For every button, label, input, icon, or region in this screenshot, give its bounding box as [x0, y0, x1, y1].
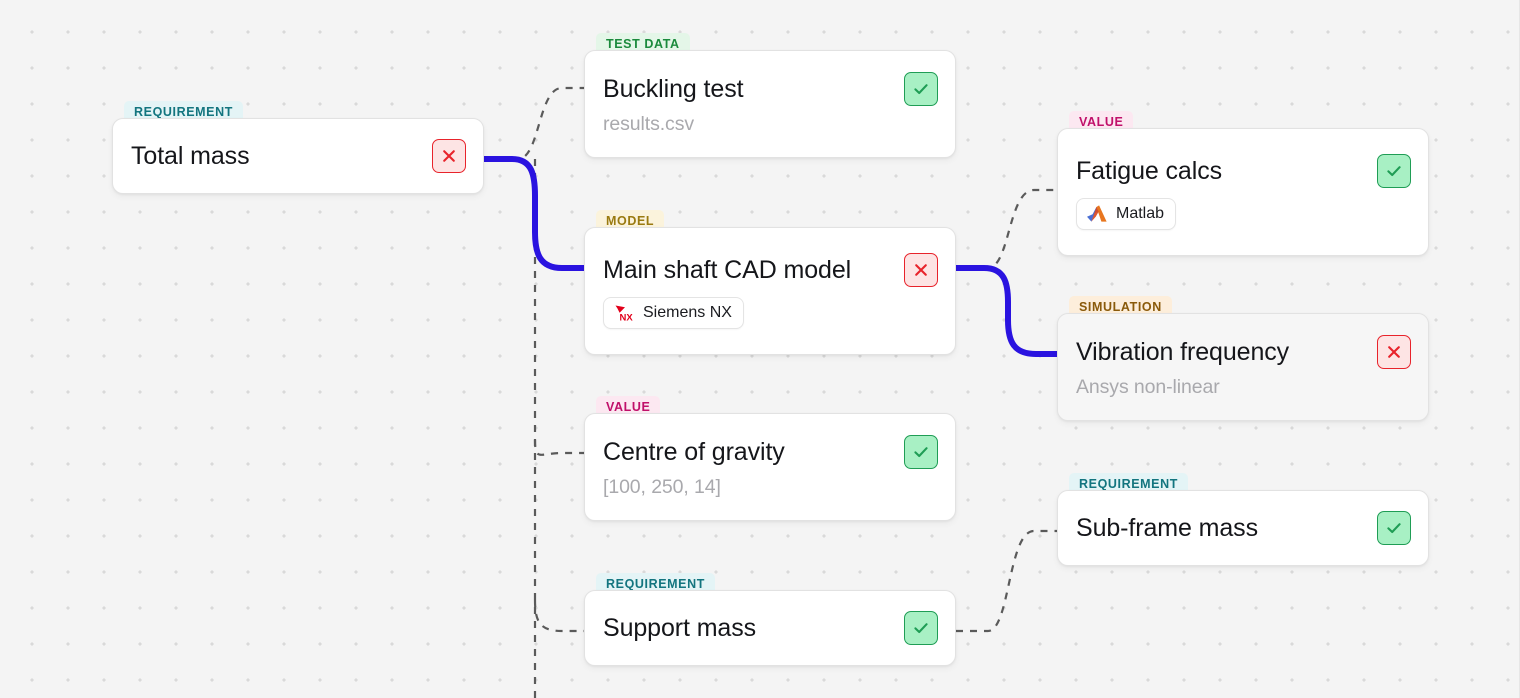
node-card[interactable]: Sub-frame mass: [1057, 490, 1429, 566]
edge-trunk-to-centre-of-gravity: [533, 439, 584, 456]
node-card[interactable]: Buckling test results.csv: [584, 50, 956, 158]
node-card-header: Centre of gravity: [603, 435, 938, 469]
node-card[interactable]: Main shaft CAD model NX Siemens NX: [584, 227, 956, 355]
matlab-logo: [1087, 205, 1107, 222]
node-title-block: Vibration frequency: [1076, 338, 1289, 367]
edge-total-mass-to-main-shaft: [481, 156, 587, 271]
node-subtitle: results.csv: [603, 113, 695, 135]
node-title: Main shaft CAD model: [603, 255, 852, 284]
node-title-block: Buckling test: [603, 74, 744, 104]
check-icon: [1387, 523, 1401, 534]
node-title-block: Sub-frame mass: [1076, 514, 1258, 543]
check-icon: [914, 84, 928, 95]
status-fail-button[interactable]: [1377, 335, 1411, 369]
node-title: Buckling test: [603, 74, 744, 103]
tool-badge[interactable]: Matlab: [1076, 198, 1177, 230]
node-title-block: Fatigue calcs: [1076, 157, 1222, 186]
check-icon: [1387, 166, 1401, 177]
edge-main-shaft-to-vibration-frequency: [953, 265, 1060, 357]
status-ok-button[interactable]: [1377, 511, 1411, 545]
cross-icon: [1388, 346, 1400, 358]
check-icon: [914, 447, 928, 458]
node-title: Total mass: [131, 141, 250, 170]
status-ok-button[interactable]: [904, 72, 938, 106]
svg-text:NX: NX: [620, 313, 634, 323]
check-icon: [914, 623, 928, 634]
tool-badge-label: Siemens NX: [643, 304, 732, 321]
edge-main-shaft-to-fatigue-calcs: [956, 188, 1057, 270]
status-ok-button[interactable]: [1377, 154, 1411, 188]
node-title: Fatigue calcs: [1076, 156, 1222, 185]
status-fail-button[interactable]: [432, 139, 466, 173]
status-ok-button[interactable]: [904, 435, 938, 469]
edge-trunk-to-support-mass: [533, 599, 584, 633]
node-title-block: Support mass: [603, 614, 756, 643]
edge-total-mass-to-buckling-test: [484, 86, 584, 161]
node-card-header: Support mass: [603, 611, 938, 645]
cross-icon: [915, 264, 927, 276]
status-fail-button[interactable]: [904, 253, 938, 287]
node-card[interactable]: Support mass: [584, 590, 956, 666]
tool-badge-label: Matlab: [1116, 205, 1165, 222]
node-subtitle: [100, 250, 14]: [603, 476, 721, 498]
node-card-header: Fatigue calcs: [1076, 154, 1411, 188]
node-title-block: Main shaft CAD model: [603, 256, 851, 285]
status-ok-button[interactable]: [904, 611, 938, 645]
node-card-header: Total mass: [131, 139, 466, 173]
cross-icon: [443, 150, 455, 162]
node-title-block: Centre of gravity: [603, 438, 785, 467]
node-title: Support mass: [603, 613, 757, 642]
graph-canvas[interactable]: REQUIREMENT Total mass TEST DATA Buckling t…: [0, 0, 1520, 698]
tool-badge[interactable]: NX Siemens NX: [603, 297, 744, 329]
node-card[interactable]: Vibration frequency Ansys non-linear: [1057, 313, 1429, 421]
siemens-nx-logo: NX: [615, 305, 634, 323]
node-card-header: Vibration frequency: [1076, 335, 1411, 369]
node-title: Centre of gravity: [603, 437, 785, 466]
node-card-header: Buckling test: [603, 72, 938, 106]
node-card-header: Main shaft CAD model: [603, 253, 938, 287]
node-card-header: Sub-frame mass: [1076, 511, 1411, 545]
node-title: Sub-frame mass: [1076, 513, 1258, 542]
node-subtitle: Ansys non-linear: [1076, 376, 1220, 398]
node-card[interactable]: Centre of gravity [100, 250, 14]: [584, 413, 956, 521]
edge-support-mass-to-sub-frame-mass: [956, 529, 1057, 633]
node-card[interactable]: Total mass: [112, 118, 484, 194]
node-card[interactable]: Fatigue calcs Matlab: [1057, 128, 1429, 256]
node-title-block: Total mass: [131, 141, 250, 171]
node-title: Vibration frequency: [1076, 337, 1290, 366]
